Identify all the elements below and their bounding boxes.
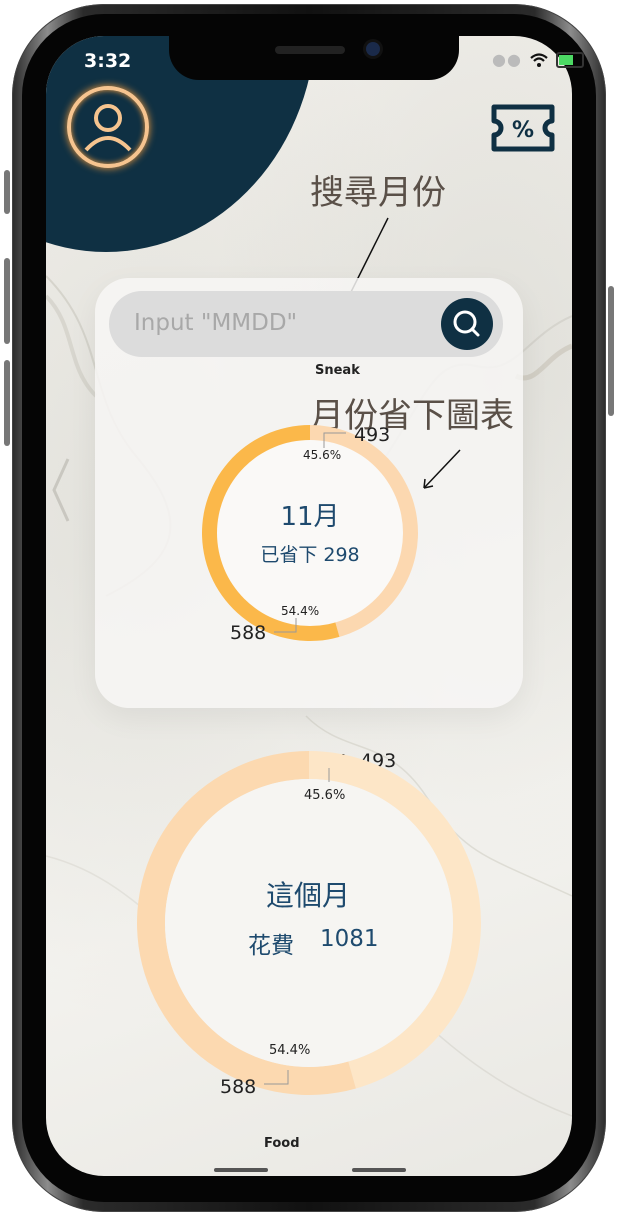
search-button[interactable] (441, 298, 493, 350)
front-camera (366, 42, 380, 56)
home-indicator-right (352, 1168, 406, 1172)
month-chart-bottom-percent: 54.4% (281, 604, 320, 618)
current-chart-bottom-value: 588 (220, 1076, 257, 1098)
annotation-arrow-chart (423, 449, 461, 489)
month-chart-title: 11月 (280, 502, 340, 532)
current-chart-bottom-leader (264, 1070, 289, 1085)
current-chart-spend-label: 花費 (248, 933, 294, 959)
current-chart-top-leader (328, 768, 330, 782)
signal-icon: ●● (492, 50, 522, 69)
current-chart-bottom-percent: 54.4% (269, 1043, 311, 1058)
wifi-icon (530, 52, 548, 67)
month-chart-top-percent: 45.6% (303, 448, 342, 462)
volume-down-button (4, 360, 10, 446)
status-icons: ●● (492, 50, 584, 69)
profile-avatar-button[interactable] (67, 86, 149, 168)
month-chart-savings: 已省下 298 (260, 544, 360, 566)
power-button (608, 286, 614, 416)
status-time: 3:32 (84, 50, 132, 72)
current-donut-hole (165, 779, 453, 1067)
home-indicator-left (214, 1168, 268, 1172)
current-chart-spend-value: 1081 (320, 926, 379, 952)
earpiece-speaker (275, 46, 345, 54)
volume-up-button (4, 258, 10, 344)
mute-switch (4, 170, 10, 214)
month-chart-top-leader (323, 432, 346, 448)
battery-icon (555, 51, 584, 68)
coupon-icon[interactable]: % (491, 104, 555, 152)
search-icon (453, 310, 480, 337)
search-placeholder: Input "MMDD" (134, 310, 298, 336)
current-chart-top-percent: 45.6% (304, 788, 346, 803)
month-chart-category-label: Sneak (315, 363, 360, 378)
chevron-left-icon[interactable] (48, 455, 72, 525)
month-chart-bottom-value: 588 (230, 622, 267, 644)
month-chart-top-value: 493 (354, 424, 391, 446)
annotation-search-month: 搜尋月份 (310, 173, 446, 213)
current-chart-bottom-label: Food (264, 1136, 300, 1151)
notch (169, 36, 459, 80)
svg-text:%: % (512, 118, 534, 143)
current-chart-title: 這個月 (265, 879, 350, 912)
user-icon (84, 104, 132, 152)
month-donut-hole (217, 440, 403, 626)
month-chart-bottom-leader (274, 618, 297, 633)
